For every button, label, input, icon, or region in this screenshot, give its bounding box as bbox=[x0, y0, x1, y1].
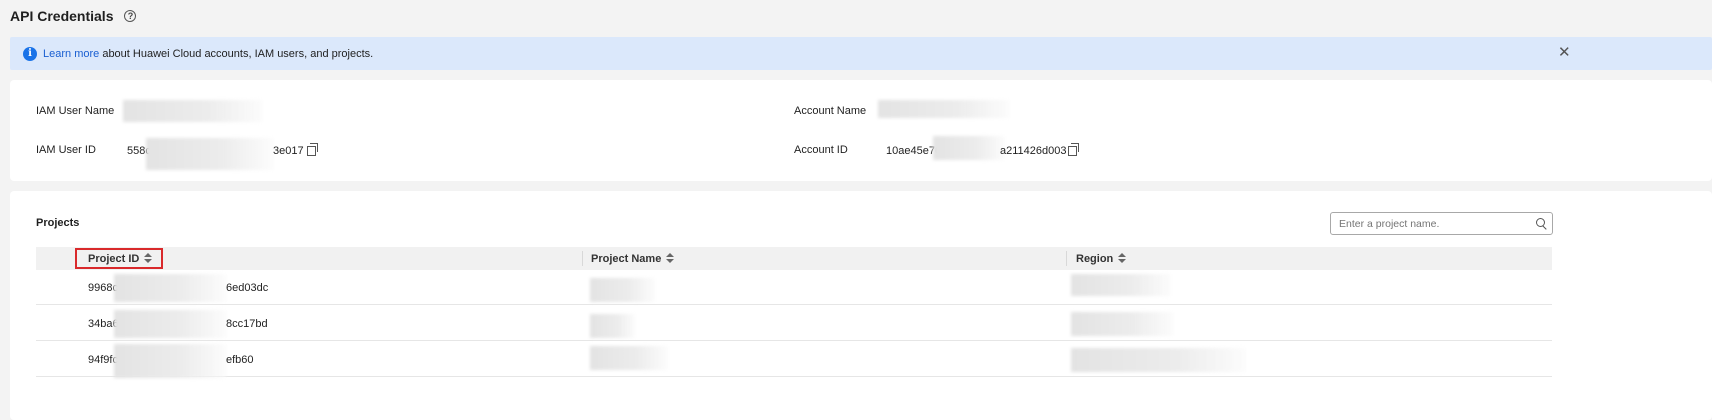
project-id-redacted bbox=[114, 344, 226, 378]
page-header: API Credentials ? bbox=[10, 7, 137, 25]
account-id-redacted bbox=[933, 136, 1005, 160]
help-icon[interactable]: ? bbox=[124, 10, 137, 22]
sort-icon[interactable] bbox=[144, 253, 153, 264]
iam-user-id-redacted bbox=[146, 138, 274, 170]
iam-user-id-label: IAM User ID bbox=[36, 144, 96, 156]
iam-user-id-suffix: 3e017 bbox=[273, 145, 304, 157]
search-icon[interactable] bbox=[1536, 218, 1547, 229]
region-redacted bbox=[1071, 348, 1246, 372]
column-label: Project ID bbox=[88, 252, 140, 265]
notice-text: Learn more about Huawei Cloud accounts, … bbox=[43, 48, 373, 60]
table-row: 34ba6 8cc17bd bbox=[36, 306, 1552, 341]
account-id-label: Account ID bbox=[794, 144, 848, 156]
column-region[interactable]: Region bbox=[1076, 247, 1127, 270]
column-project-name[interactable]: Project Name bbox=[591, 247, 675, 270]
project-search-input[interactable] bbox=[1331, 213, 1521, 234]
table-row: 9968c 6ed03dc bbox=[36, 270, 1552, 305]
project-id-redacted bbox=[114, 274, 226, 302]
notice-message: about Huawei Cloud accounts, IAM users, … bbox=[99, 47, 374, 60]
column-label: Project Name bbox=[591, 252, 662, 265]
project-id-suffix: 8cc17bd bbox=[226, 317, 268, 330]
sort-icon[interactable] bbox=[666, 253, 675, 264]
copy-icon[interactable] bbox=[1068, 143, 1079, 156]
iam-user-name-label: IAM User Name bbox=[36, 105, 115, 117]
column-label: Region bbox=[1076, 252, 1114, 265]
credentials-card: IAM User Name IAM User ID 558c 3e017 Acc… bbox=[10, 80, 1712, 181]
info-icon: i bbox=[23, 46, 37, 61]
learn-more-link[interactable]: Learn more bbox=[43, 48, 99, 60]
region-redacted bbox=[1071, 274, 1171, 296]
column-divider bbox=[582, 251, 583, 266]
info-notice: i Learn more about Huawei Cloud accounts… bbox=[10, 37, 1712, 70]
sort-icon[interactable] bbox=[1118, 253, 1127, 264]
project-id-suffix: 6ed03dc bbox=[226, 281, 269, 294]
table-header: Project ID Project Name Region bbox=[36, 247, 1552, 270]
copy-icon[interactable] bbox=[307, 143, 318, 156]
region-redacted bbox=[1071, 312, 1173, 336]
account-id-suffix: a211426d003 bbox=[1000, 145, 1067, 157]
project-name-redacted bbox=[590, 346, 668, 370]
column-project-id[interactable]: Project ID bbox=[88, 247, 153, 270]
project-name-redacted bbox=[590, 278, 655, 302]
projects-title: Projects bbox=[36, 217, 80, 229]
project-name-redacted bbox=[590, 314, 635, 338]
project-search bbox=[1330, 212, 1553, 235]
table-row: 94f9fc efb60 bbox=[36, 342, 1552, 378]
account-name-label: Account Name bbox=[794, 105, 867, 117]
project-id-suffix: efb60 bbox=[226, 353, 254, 366]
project-id-redacted bbox=[114, 310, 226, 338]
projects-card: Projects Project ID Project Name Region … bbox=[10, 191, 1712, 420]
page-title: API Credentials bbox=[10, 8, 114, 24]
iam-user-name-value-redacted bbox=[123, 100, 263, 122]
close-icon[interactable]: ✕ bbox=[1558, 45, 1571, 60]
account-name-value-redacted bbox=[878, 100, 1010, 118]
column-divider bbox=[1066, 251, 1067, 266]
